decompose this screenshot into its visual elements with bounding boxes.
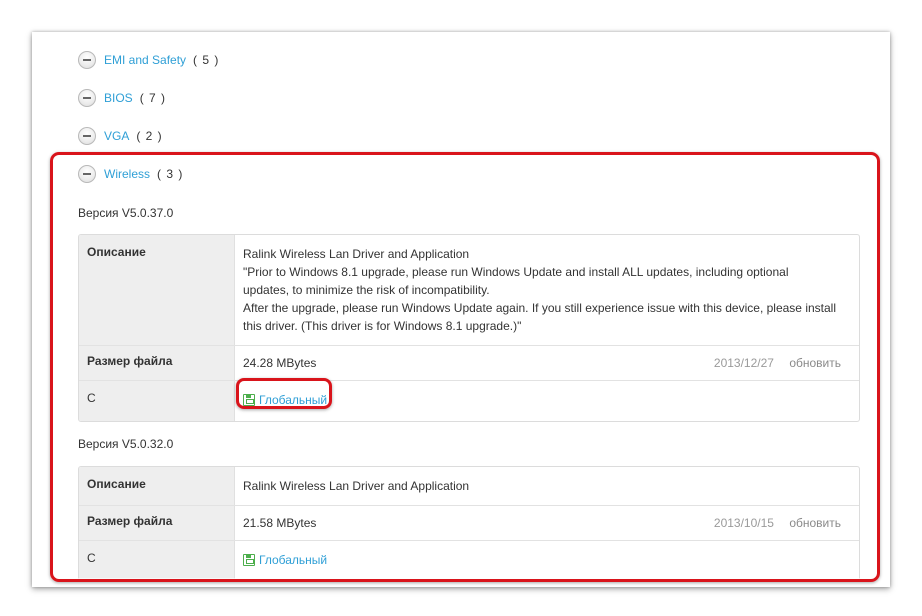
category-vga[interactable]: VGA ( 2 ) <box>78 126 163 146</box>
category-name[interactable]: BIOS <box>104 91 133 105</box>
collapse-icon[interactable] <box>78 89 96 107</box>
category-wireless[interactable]: Wireless ( 3 ) <box>78 164 183 184</box>
floppy-disk-icon <box>243 394 255 406</box>
description-line: this driver. (This driver is for Windows… <box>243 319 522 333</box>
version-title: Версия V5.0.32.0 <box>78 437 174 451</box>
update-link[interactable]: обновить <box>789 356 841 370</box>
category-name[interactable]: VGA <box>104 129 129 143</box>
download-cell: Глобальный <box>235 541 859 581</box>
description-line: updates, to minimize the risk of incompa… <box>243 283 490 297</box>
download-cell: Глобальный <box>235 381 859 421</box>
global-download-link[interactable]: Глобальный <box>243 551 327 569</box>
download-source-label: С <box>79 381 235 421</box>
driver-list-panel: EMI and Safety ( 5 ) BIOS ( 7 ) VGA ( 2 … <box>32 32 890 587</box>
category-name[interactable]: EMI and Safety <box>104 53 186 67</box>
file-size-row: Размер файла 21.58 MBytes 2013/10/15 обн… <box>79 505 859 540</box>
category-bios[interactable]: BIOS ( 7 ) <box>78 88 166 108</box>
update-link[interactable]: обновить <box>789 516 841 530</box>
release-date: 2013/10/15 <box>713 516 774 530</box>
download-row: С Глобальный <box>79 540 859 581</box>
file-size: 21.58 MBytes <box>243 516 317 530</box>
description-line: Ralink Wireless Lan Driver and Applicati… <box>243 247 470 261</box>
category-emi-and-safety[interactable]: EMI and Safety ( 5 ) <box>78 50 219 70</box>
description-label: Описание <box>79 467 235 505</box>
driver-details-table: Описание Ralink Wireless Lan Driver and … <box>78 466 860 582</box>
collapse-icon[interactable] <box>78 127 96 145</box>
collapse-icon[interactable] <box>78 51 96 69</box>
category-count: ( 5 ) <box>193 53 220 67</box>
global-download-link[interactable]: Глобальный <box>243 391 327 409</box>
description-row: Описание Ralink Wireless Lan Driver and … <box>79 235 859 345</box>
download-label[interactable]: Глобальный <box>259 551 327 569</box>
category-count: ( 2 ) <box>136 129 163 143</box>
category-count: ( 3 ) <box>157 167 184 181</box>
download-source-label: С <box>79 541 235 581</box>
download-label[interactable]: Глобальный <box>259 391 327 409</box>
file-size-row: Размер файла 24.28 MBytes 2013/12/27 обн… <box>79 345 859 380</box>
description-label: Описание <box>79 235 235 345</box>
file-size: 24.28 MBytes <box>243 356 317 370</box>
category-name[interactable]: Wireless <box>104 167 150 181</box>
category-count: ( 7 ) <box>139 91 167 105</box>
collapse-icon[interactable] <box>78 165 96 183</box>
file-size-value: 21.58 MBytes 2013/10/15 обновить <box>235 506 859 540</box>
file-size-value: 24.28 MBytes 2013/12/27 обновить <box>235 346 859 380</box>
file-size-label: Размер файла <box>79 506 235 540</box>
description-line: After the upgrade, please run Windows Up… <box>243 301 836 315</box>
release-date: 2013/12/27 <box>713 356 774 370</box>
description-line: Ralink Wireless Lan Driver and Applicati… <box>243 479 470 493</box>
description-value: Ralink Wireless Lan Driver and Applicati… <box>235 235 859 345</box>
download-row: С Глобальный <box>79 380 859 421</box>
floppy-disk-icon <box>243 554 255 566</box>
description-line: "Prior to Windows 8.1 upgrade, please ru… <box>243 265 789 279</box>
version-title: Версия V5.0.37.0 <box>78 206 174 220</box>
driver-details-table: Описание Ralink Wireless Lan Driver and … <box>78 234 860 422</box>
description-value: Ralink Wireless Lan Driver and Applicati… <box>235 467 859 505</box>
description-row: Описание Ralink Wireless Lan Driver and … <box>79 467 859 505</box>
file-size-label: Размер файла <box>79 346 235 380</box>
